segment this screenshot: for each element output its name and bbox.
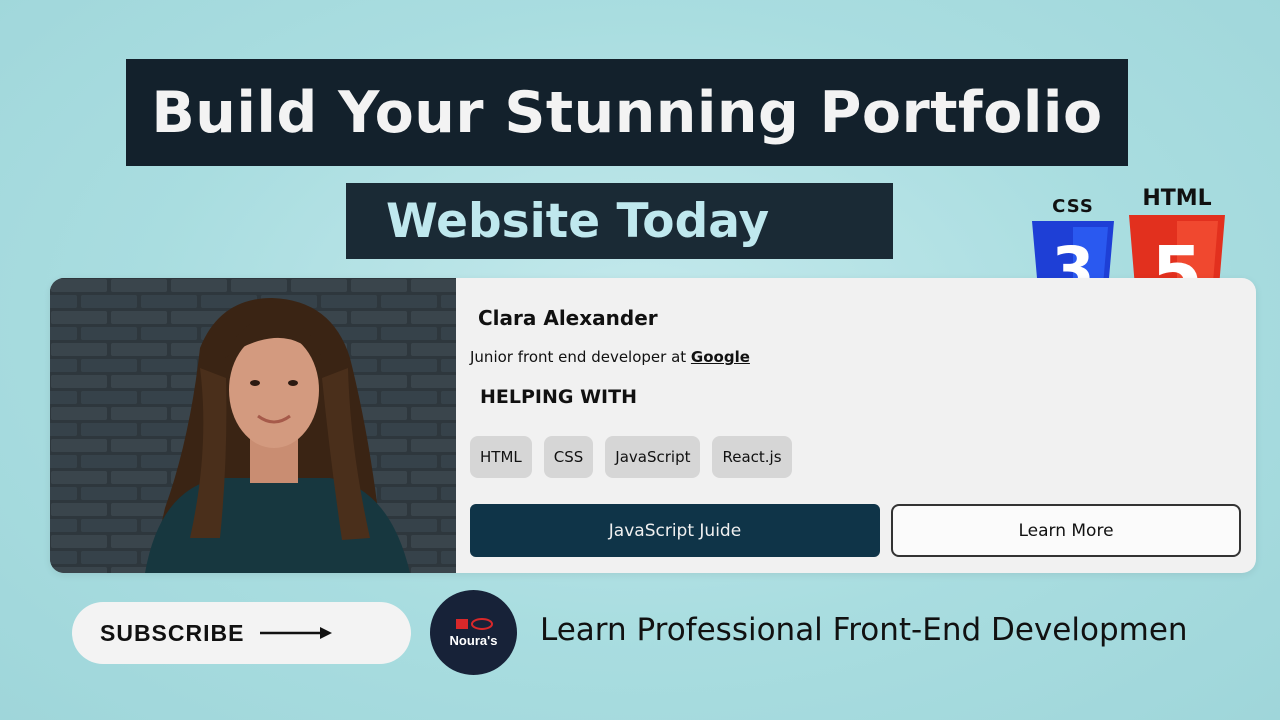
profile-role: Junior front end developer at Google	[470, 348, 750, 366]
channel-logo: Noura's	[430, 590, 517, 675]
skill-tag-javascript: JavaScript	[605, 436, 701, 478]
arrow-right-icon	[260, 627, 333, 639]
helping-heading: HELPING WITH	[480, 386, 637, 408]
skill-tags: HTML CSS JavaScript React.js	[470, 436, 792, 478]
company-link[interactable]: Google	[691, 348, 750, 366]
title-banner-line2: Website Today	[346, 183, 893, 259]
html-label: HTML	[1142, 186, 1212, 211]
skill-tag-react: React.js	[712, 436, 792, 478]
profile-photo	[50, 278, 456, 573]
profile-name: Clara Alexander	[478, 306, 658, 330]
title-line1: Build Your Stunning Portfolio	[151, 79, 1103, 146]
learn-more-button[interactable]: Learn More	[891, 504, 1241, 557]
title-banner-line1: Build Your Stunning Portfolio	[126, 59, 1128, 166]
profile-photo-image	[50, 278, 456, 573]
subscribe-label: SUBSCRIBE	[100, 619, 245, 646]
subscribe-button[interactable]: SUBSCRIBE	[72, 602, 411, 664]
css-label: CSS	[1052, 196, 1094, 217]
javascript-guide-button[interactable]: JavaScript Juide	[470, 504, 880, 557]
tagline: Learn Professional Front-End Developmen	[540, 612, 1188, 648]
profile-info: Clara Alexander Junior front end develop…	[470, 278, 1256, 573]
skill-tag-html: HTML	[470, 436, 532, 478]
title-line2: Website Today	[386, 193, 770, 249]
role-text: Junior front end developer at	[470, 348, 691, 366]
profile-card: Clara Alexander Junior front end develop…	[50, 278, 1256, 573]
logo-mark-icon	[455, 618, 493, 630]
skill-tag-css: CSS	[543, 436, 594, 478]
logo-text: Noura's	[449, 633, 498, 648]
